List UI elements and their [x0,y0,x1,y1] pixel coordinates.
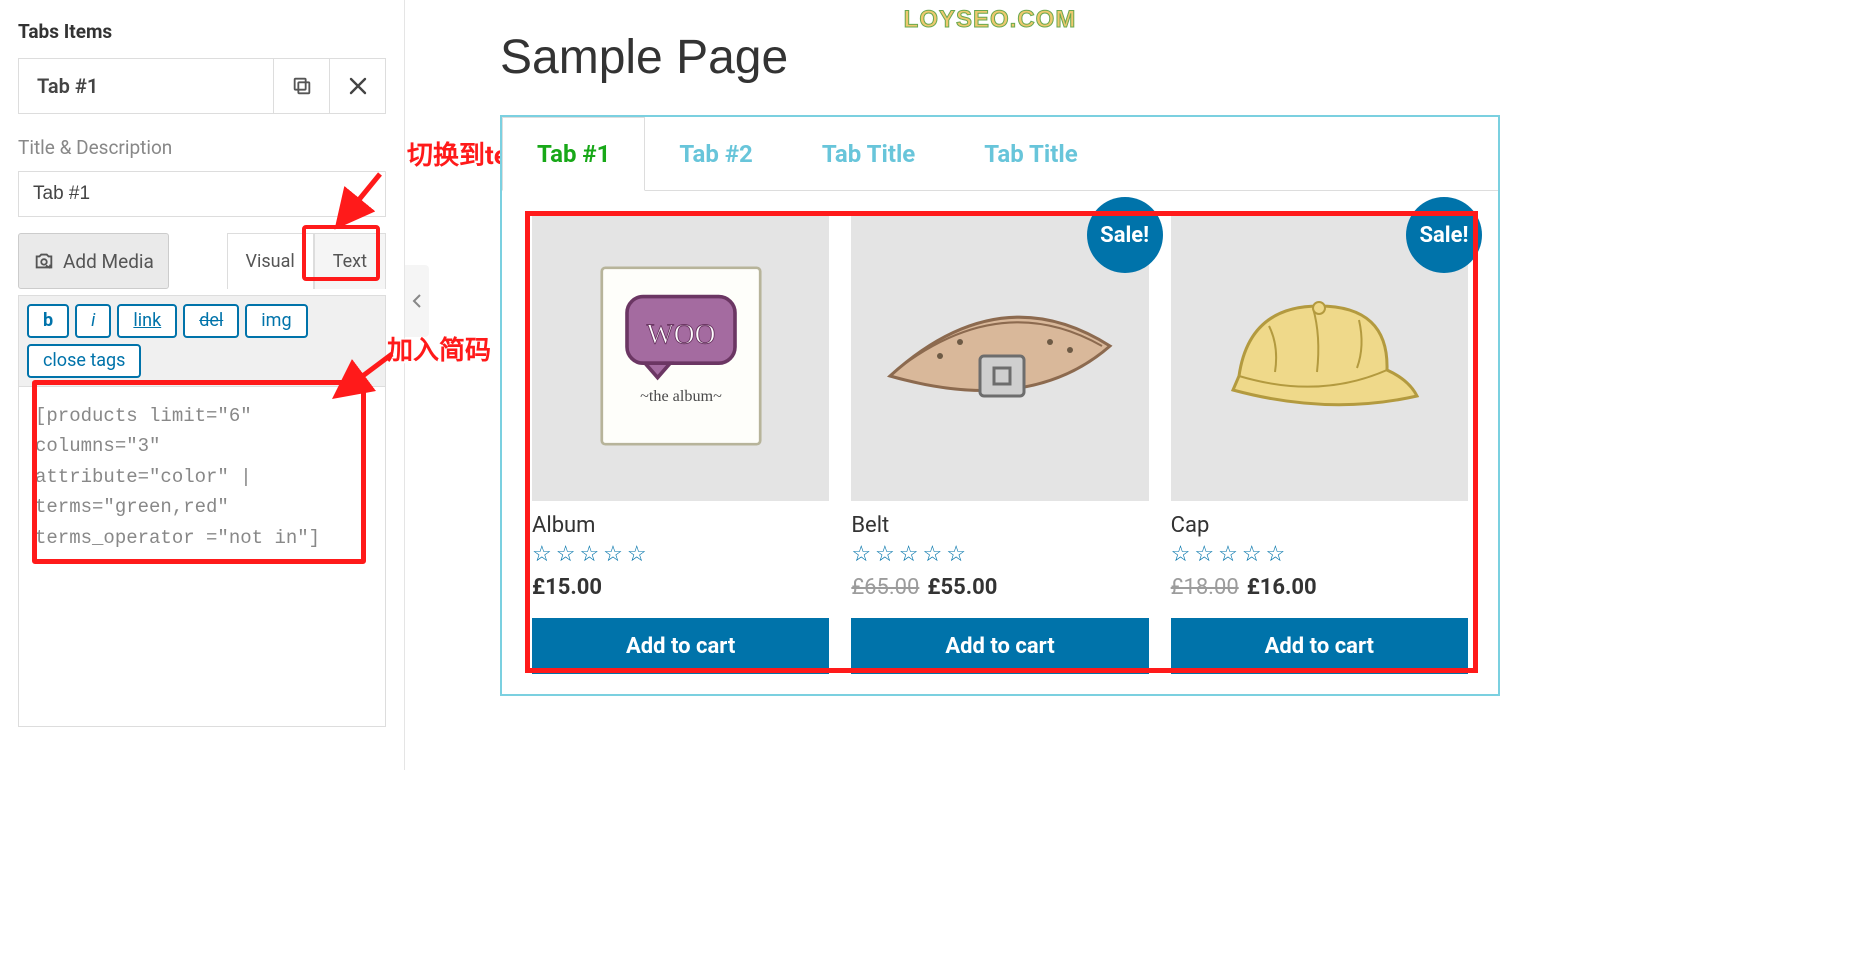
product-image[interactable]: Sale! [851,211,1148,501]
chevron-left-icon [412,294,422,308]
close-icon [348,76,368,96]
sale-badge: Sale! [1406,197,1482,273]
qt-italic[interactable]: i [75,304,111,338]
product-price: £15.00 [532,575,829,600]
product-name: Album [532,513,829,538]
svg-text:WOO: WOO [646,318,715,350]
preview-tab-1[interactable]: Tab #1 [502,117,645,191]
cap-icon [1209,286,1429,426]
qt-del[interactable]: del [183,304,239,338]
qt-bold[interactable]: b [27,304,69,338]
product-card: WOO ~the album~ Album ☆☆☆☆☆ £15.00 Add t… [532,211,829,674]
editor-tab-text[interactable]: Text [314,233,386,289]
add-media-label: Add Media [63,250,154,273]
svg-text:~the album~: ~the album~ [640,387,722,405]
add-to-cart-button[interactable]: Add to cart [532,618,829,674]
product-image[interactable]: Sale! [1171,211,1468,501]
preview-pane: LOYSEO.COM Sample Page Tab #1 Tab #2 Tab… [440,0,1540,770]
duplicate-button[interactable] [273,59,329,113]
product-price: £65.00£55.00 [851,575,1148,600]
preview-tab-3[interactable]: Tab Title [788,117,950,190]
copy-icon [291,75,313,97]
editor-tab-visual[interactable]: Visual [227,233,314,289]
product-name: Cap [1171,513,1468,538]
tabs-widget: Tab #1 Tab #2 Tab Title Tab Title WOO ~t… [500,115,1500,696]
editor-sidebar: Tabs Items Tab #1 Title & Description Ad… [0,0,405,770]
title-description-label: Title & Description [18,136,386,159]
products-row: WOO ~the album~ Album ☆☆☆☆☆ £15.00 Add t… [502,191,1498,694]
product-card: Sale! Cap ☆☆☆☆☆ £18.00£16.00 Add to car [1171,211,1468,674]
remove-button[interactable] [329,59,385,113]
add-to-cart-button[interactable]: Add to cart [851,618,1148,674]
add-to-cart-button[interactable]: Add to cart [1171,618,1468,674]
watermark: LOYSEO.COM [904,6,1077,34]
qt-img[interactable]: img [245,304,307,338]
product-card: Sale! Belt ☆☆☆☆☆ £65.00£55.00 Add to ca [851,211,1148,674]
tabs-nav: Tab #1 Tab #2 Tab Title Tab Title [502,117,1498,191]
add-media-button[interactable]: Add Media [18,233,169,289]
product-image[interactable]: WOO ~the album~ [532,211,829,501]
qt-link[interactable]: link [117,304,177,338]
tab-title-input[interactable] [18,171,386,217]
rating-stars: ☆☆☆☆☆ [532,542,829,567]
product-name: Belt [851,513,1148,538]
rating-stars: ☆☆☆☆☆ [851,542,1148,567]
rating-stars: ☆☆☆☆☆ [1171,542,1468,567]
tab-item-row[interactable]: Tab #1 [18,58,386,114]
album-icon: WOO ~the album~ [591,257,771,455]
camera-icon [33,250,55,272]
page-title: Sample Page [500,30,1500,85]
product-price: £18.00£16.00 [1171,575,1468,600]
belt-icon [870,286,1130,426]
qt-close-tags[interactable]: close tags [27,344,141,378]
preview-tab-4[interactable]: Tab Title [950,117,1112,190]
panel-collapse-handle[interactable] [405,265,429,337]
tab-item-label: Tab #1 [19,59,273,113]
section-title: Tabs Items [18,20,386,43]
preview-tab-2[interactable]: Tab #2 [645,117,787,190]
sale-badge: Sale! [1087,197,1163,273]
quicktags-toolbar: b i link del img close tags [18,295,386,387]
editor-tabs-row: Add Media Visual Text [18,233,386,289]
shortcode-textarea[interactable]: [products limit="6" columns="3" attribut… [18,387,386,727]
